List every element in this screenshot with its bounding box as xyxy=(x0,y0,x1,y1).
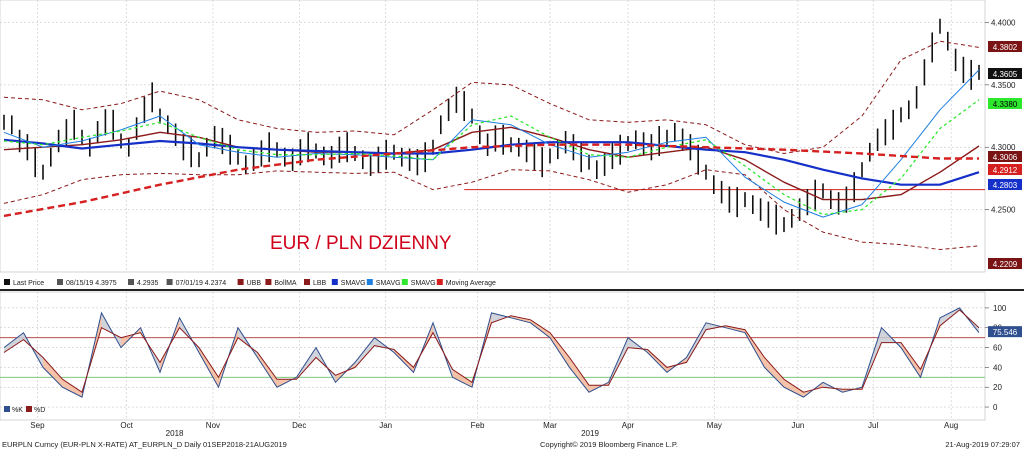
legend-label: 4.2935 xyxy=(137,280,159,287)
x-tick-label: Mar xyxy=(543,421,557,430)
osc-tick-label: 100 xyxy=(993,304,1007,313)
footer-left: EURPLN Curncy (EUR-PLN X-RATE) AT_EURPLN… xyxy=(2,440,287,449)
price-label-text: 4.3802 xyxy=(993,43,1018,52)
legend-label: 07/01/19 4.2374 xyxy=(176,280,227,287)
price-label-text: 4.2803 xyxy=(993,181,1018,190)
x-tick-label: Apr xyxy=(622,421,635,430)
legend-label: BollMA xyxy=(274,280,297,287)
footer-right: 21-Aug-2019 07:29:07 xyxy=(945,440,1020,449)
y-tick-label: 4.3000 xyxy=(991,143,1016,152)
legend-label: SMAVG xyxy=(376,280,401,287)
x-year-label: 2019 xyxy=(581,429,599,438)
chart-title: EUR / PLN DZIENNY xyxy=(270,233,452,254)
legend-label: 08/15/19 4.3975 xyxy=(66,280,117,287)
osc-tick-label: 0 xyxy=(993,403,998,412)
legend-swatch xyxy=(265,279,272,285)
x-tick-label: Aug xyxy=(944,421,958,430)
price-label-text: 4.3605 xyxy=(993,70,1018,79)
y-tick-label: 4.4000 xyxy=(991,18,1016,27)
x-tick-label: May xyxy=(707,421,722,430)
osc-tick-label: 60 xyxy=(993,344,1002,353)
legend-label: Moving Average xyxy=(446,280,496,287)
x-tick-label: Feb xyxy=(471,421,485,430)
main-legend: Last Price 08/15/19 4.3975 4.2935 07/01/19 … xyxy=(4,279,496,287)
legend-label: Last Price xyxy=(13,280,44,287)
legend-swatch xyxy=(436,279,443,285)
legend-swatch xyxy=(401,279,408,285)
x-tick-label: Dec xyxy=(292,421,306,430)
oscillator-value-text: 75.546 xyxy=(993,328,1018,337)
legend-swatch xyxy=(331,279,338,285)
price-label-text: 4.2209 xyxy=(993,260,1018,269)
price-label-text: 4.3380 xyxy=(993,100,1018,109)
legend-label: UBB xyxy=(247,280,262,287)
legend-label: SMAVG xyxy=(411,280,436,287)
legend-swatch xyxy=(26,406,32,412)
x-tick-label: Nov xyxy=(206,421,220,430)
x-tick-label: Sep xyxy=(30,421,45,430)
price-label-text: 4.3006 xyxy=(993,153,1018,162)
x-tick-label: Jan xyxy=(379,421,392,430)
x-tick-label: Oct xyxy=(120,421,133,430)
legend-label: SMAVG xyxy=(341,280,366,287)
legend-swatch xyxy=(366,279,373,285)
legend-label: %D xyxy=(34,407,45,414)
y-tick-label: 4.2500 xyxy=(991,206,1016,215)
legend-swatch xyxy=(57,279,63,285)
y-tick-label: 4.3500 xyxy=(991,81,1016,90)
legend-swatch xyxy=(128,279,134,285)
x-tick-label: Jul xyxy=(868,421,878,430)
osc-tick-label: 40 xyxy=(993,363,1002,372)
x-year-label: 2018 xyxy=(166,429,184,438)
legend-swatch xyxy=(166,279,173,285)
legend-swatch xyxy=(237,279,244,285)
legend-swatch xyxy=(304,279,310,285)
legend-swatch xyxy=(4,406,10,412)
x-tick-label: Jun xyxy=(791,421,804,430)
legend-label: LBB xyxy=(313,280,327,287)
osc-tick-label: 20 xyxy=(993,383,1002,392)
footer-center: Copyright© 2019 Bloomberg Finance L.P. xyxy=(540,440,678,449)
legend-label: %K xyxy=(12,407,23,414)
price-label-text: 4.2912 xyxy=(993,166,1018,175)
eurpln-chart: Sep Oct Nov Dec Jan Feb Mar Apr May Jun Jul Aug 2018… xyxy=(0,0,1024,451)
legend-swatch xyxy=(4,279,10,285)
